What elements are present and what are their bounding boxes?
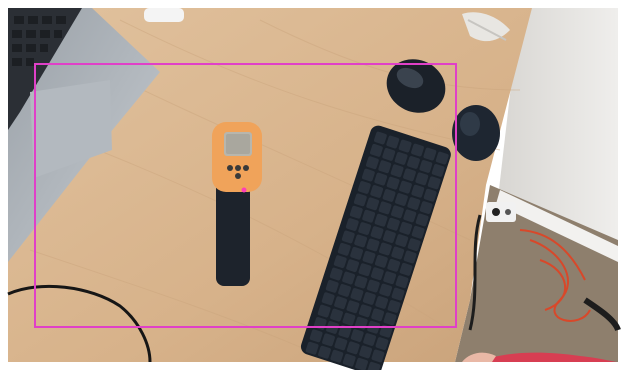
mouse-pad-puck xyxy=(452,105,500,161)
white-object xyxy=(144,8,184,22)
target-dot xyxy=(241,187,247,193)
scene-photo xyxy=(0,0,622,370)
power-outlet xyxy=(486,202,516,222)
